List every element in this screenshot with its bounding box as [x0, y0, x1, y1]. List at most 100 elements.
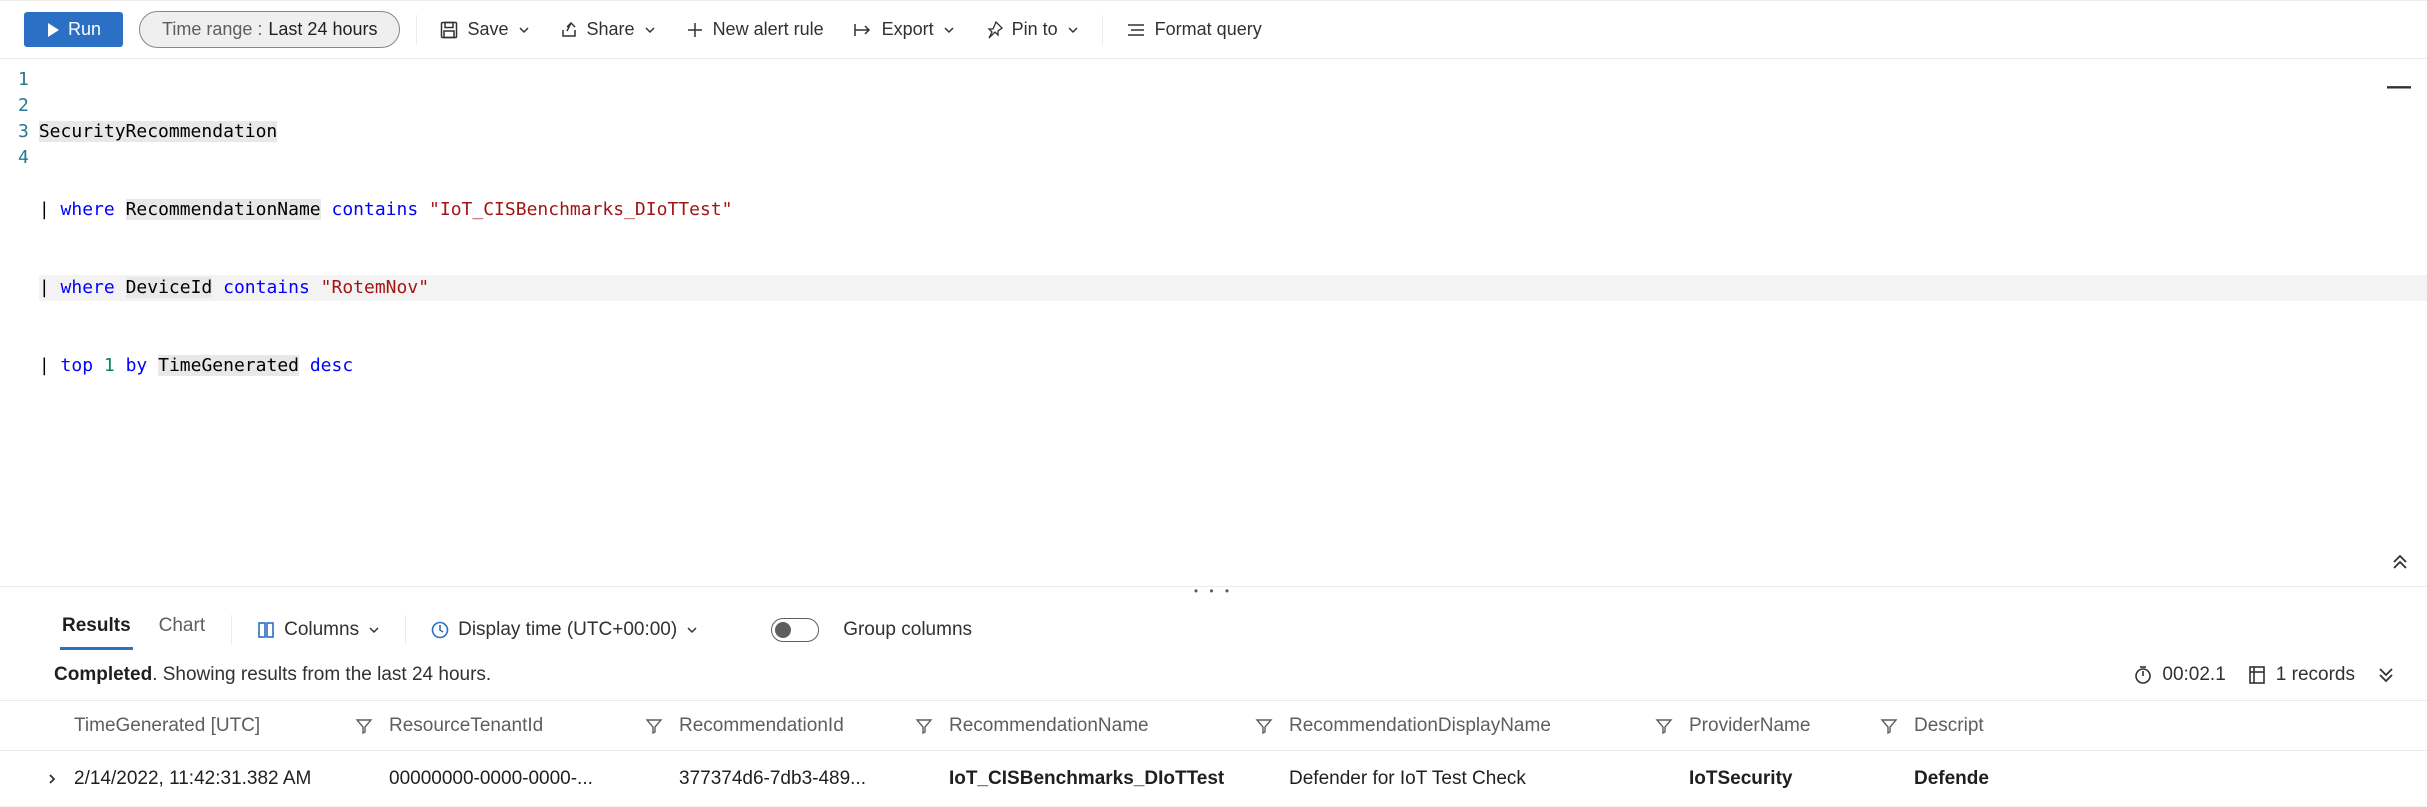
export-button[interactable]: Export [846, 15, 962, 44]
new-alert-rule-button[interactable]: New alert rule [679, 15, 830, 44]
token-keyword: contains [331, 199, 418, 220]
column-label: RecommendationName [949, 715, 1149, 737]
column-header-description[interactable]: Descript [1914, 715, 2054, 737]
code-line: | top 1 by TimeGenerated desc [39, 353, 2427, 379]
column-header-tenant[interactable]: ResourceTenantId [389, 715, 679, 737]
token-column: TimeGenerated [158, 355, 299, 376]
pin-to-button[interactable]: Pin to [978, 15, 1086, 44]
line-number: 3 [18, 119, 29, 145]
export-icon [852, 20, 874, 40]
column-header-time[interactable]: TimeGenerated [UTC] [74, 715, 389, 737]
columns-label: Columns [284, 619, 359, 641]
cell-dispname: Defender for IoT Test Check [1289, 768, 1689, 790]
token-pipe: | [39, 199, 50, 220]
table-row[interactable]: 2/14/2022, 11:42:31.382 AM 00000000-0000… [0, 751, 2427, 807]
save-button[interactable]: Save [433, 15, 536, 44]
records-value: 1 records [2276, 664, 2355, 686]
share-button[interactable]: Share [553, 15, 663, 44]
save-label: Save [467, 19, 508, 40]
filter-icon[interactable] [915, 717, 933, 735]
pin-icon [984, 20, 1004, 40]
cell-desc: Defende [1914, 768, 2054, 790]
code-line: | where RecommendationName contains "IoT… [39, 197, 2427, 223]
status-completed: Completed [54, 664, 152, 685]
filter-icon[interactable] [1655, 717, 1673, 735]
time-range-value: Last 24 hours [268, 19, 377, 40]
token-column: DeviceId [126, 277, 213, 298]
app-root: Run Time range : Last 24 hours Save Shar… [0, 0, 2427, 807]
code-line: | where DeviceId contains "RotemNov" [39, 275, 2427, 301]
time-range-label: Time range : [162, 19, 262, 40]
time-range-selector[interactable]: Time range : Last 24 hours [139, 11, 400, 48]
display-time-label: Display time (UTC+00:00) [458, 619, 677, 641]
column-label: ProviderName [1689, 715, 1810, 737]
column-header-provider[interactable]: ProviderName [1689, 715, 1914, 737]
separator [405, 615, 406, 645]
filter-icon[interactable] [645, 717, 663, 735]
token-number: 1 [104, 355, 115, 376]
column-label: RecommendationId [679, 715, 844, 737]
column-header-recommendation-name[interactable]: RecommendationName [949, 715, 1289, 737]
line-number-gutter: 1 2 3 4 [0, 59, 39, 586]
status-text: Completed. Showing results from the last… [54, 664, 491, 686]
results-table: TimeGenerated [UTC] ResourceTenantId Rec… [0, 701, 2427, 807]
code-line: SecurityRecommendation [39, 119, 2427, 145]
stat-records: 1 records [2246, 664, 2355, 686]
token-keyword: where [61, 277, 115, 298]
pane-splitter[interactable]: • • • [0, 587, 2427, 603]
token-column: RecommendationName [126, 199, 321, 220]
toolbar: Run Time range : Last 24 hours Save Shar… [0, 1, 2427, 59]
collapse-editor-button[interactable]: — [2387, 73, 2411, 101]
elapsed-value: 00:02.1 [2162, 664, 2225, 686]
token-string: "IoT_CISBenchmarks_DIoTTest" [429, 199, 732, 220]
chevron-down-icon [643, 23, 657, 37]
clock-icon [430, 620, 450, 640]
separator [416, 15, 417, 45]
results-tabs-bar: Results Chart Columns Display time (UTC+… [0, 603, 2427, 650]
editor-content[interactable]: SecurityRecommendation | where Recommend… [39, 59, 2427, 586]
table-header-row: TimeGenerated [UTC] ResourceTenantId Rec… [0, 701, 2427, 751]
token-string: "RotemNov" [321, 277, 429, 298]
query-editor[interactable]: 1 2 3 4 SecurityRecommendation | where R… [0, 59, 2427, 587]
new-alert-label: New alert rule [713, 19, 824, 40]
token-keyword: by [126, 355, 148, 376]
filter-icon[interactable] [1255, 717, 1273, 735]
chevron-down-icon [367, 623, 381, 637]
stat-elapsed: 00:02.1 [2132, 664, 2225, 686]
export-label: Export [882, 19, 934, 40]
format-query-button[interactable]: Format query [1119, 15, 1268, 44]
columns-icon [256, 620, 276, 640]
chevron-down-icon [685, 623, 699, 637]
column-label: RecommendationDisplayName [1289, 715, 1551, 737]
tab-chart[interactable]: Chart [157, 609, 207, 650]
format-icon [1125, 20, 1147, 40]
tab-results[interactable]: Results [60, 609, 133, 650]
chevron-down-icon [1066, 23, 1080, 37]
columns-button[interactable]: Columns [256, 615, 381, 645]
double-chevron-up-icon [2389, 550, 2411, 572]
token-identifier: SecurityRecommendation [39, 121, 277, 142]
separator [1102, 15, 1103, 45]
column-label: ResourceTenantId [389, 715, 543, 737]
save-icon [439, 20, 459, 40]
run-button[interactable]: Run [24, 12, 123, 47]
scroll-top-button[interactable] [2389, 550, 2411, 572]
column-header-recommendation-id[interactable]: RecommendationId [679, 715, 949, 737]
format-label: Format query [1155, 19, 1262, 40]
display-time-button[interactable]: Display time (UTC+00:00) [430, 615, 699, 645]
records-icon [2246, 664, 2268, 686]
token-keyword: top [61, 355, 94, 376]
cell-time: 2/14/2022, 11:42:31.382 AM [74, 768, 389, 790]
row-expander[interactable] [30, 772, 74, 786]
play-icon [46, 22, 60, 38]
share-label: Share [587, 19, 635, 40]
token-keyword: where [61, 199, 115, 220]
chevron-down-icon [517, 23, 531, 37]
group-columns-toggle[interactable] [771, 618, 819, 642]
stopwatch-icon [2132, 664, 2154, 686]
filter-icon[interactable] [1880, 717, 1898, 735]
column-header-display-name[interactable]: RecommendationDisplayName [1289, 715, 1689, 737]
filter-icon[interactable] [355, 717, 373, 735]
separator [231, 615, 232, 645]
expand-status-button[interactable] [2375, 664, 2397, 686]
